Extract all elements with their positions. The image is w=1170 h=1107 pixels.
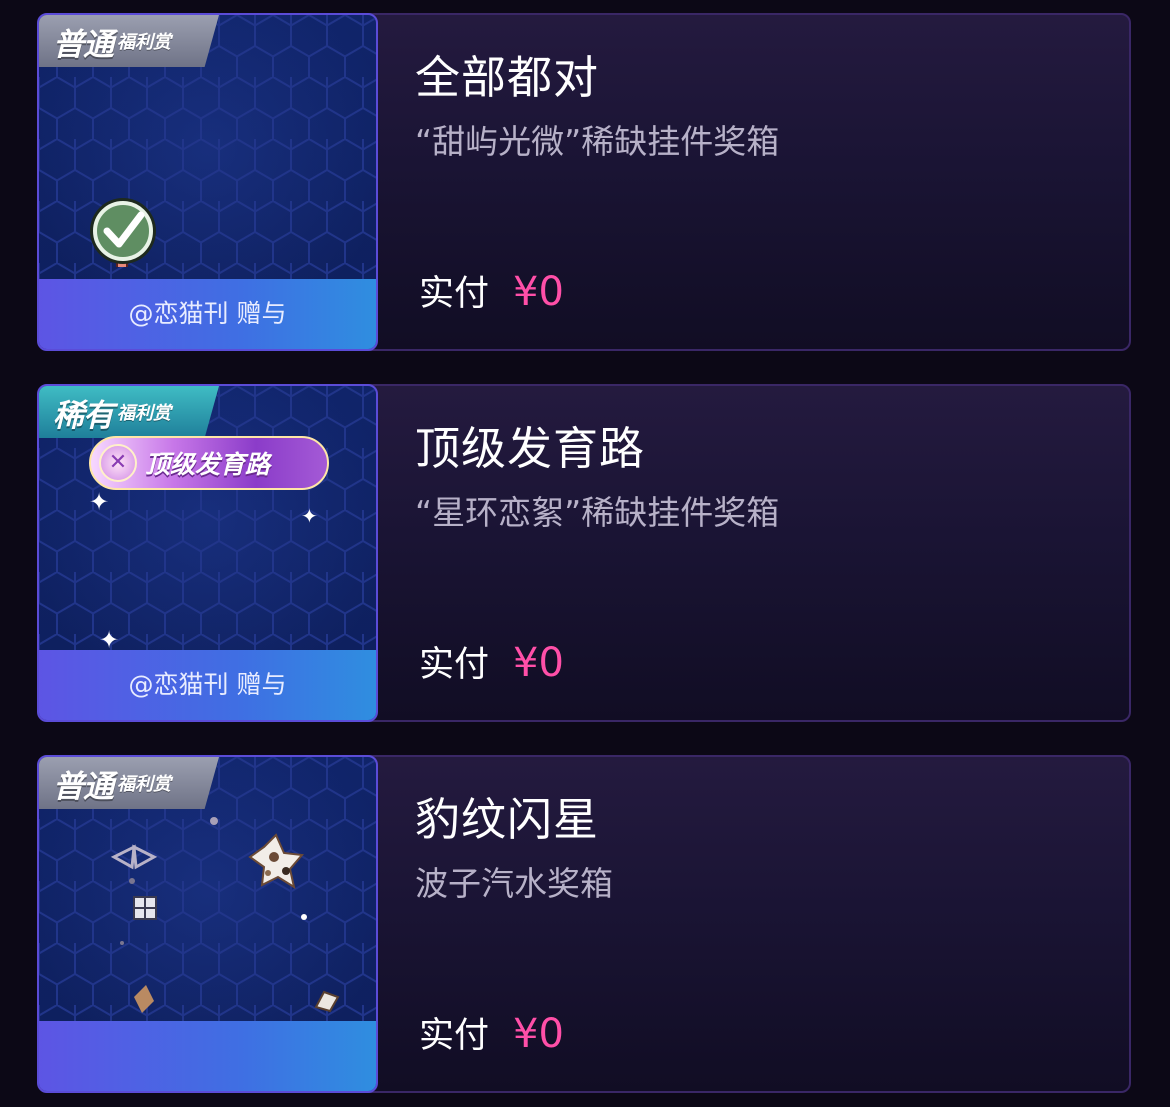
badge-emblem-icon: ✕ — [99, 444, 137, 482]
badge-text: 顶级发育路 — [145, 450, 271, 479]
tier-tag: 普通 福利赏 — [39, 15, 219, 67]
price-value: ¥0 — [513, 640, 564, 686]
check-icon — [90, 198, 156, 267]
price-value: ¥0 — [513, 1011, 564, 1057]
prize-subtitle: “星环恋絮”稀缺挂件奖箱 — [415, 493, 780, 532]
giver-label: @恋猫刊 赠与 — [39, 279, 376, 349]
sparkle-icon: ✦ — [301, 504, 318, 528]
prize-title: 顶级发育路 — [415, 422, 646, 475]
payment-row: 实付 ¥0 — [419, 636, 564, 687]
prize-thumbnail: 普通 福利赏 — [37, 755, 378, 1093]
prize-card[interactable]: 普通 福利赏 @恋猫刊 赠与 全部都对 “甜屿光微”稀缺挂件奖箱 实付 ¥0 — [37, 13, 1131, 351]
title-badge-icon: ✕ 顶级发育路 — [89, 436, 329, 490]
price-value: ¥0 — [513, 269, 564, 315]
payment-row: 实付 ¥0 — [419, 1007, 564, 1058]
giver-label: @恋猫刊 赠与 — [39, 650, 376, 720]
sparkle-icon: ✦ — [89, 488, 110, 516]
prize-subtitle: 波子汽水奖箱 — [415, 864, 613, 903]
leopard-star-icon — [110, 817, 340, 1013]
tier-tag: 普通 福利赏 — [39, 757, 219, 809]
pay-label: 实付 — [419, 1016, 490, 1056]
prize-title: 全部都对 — [415, 51, 600, 104]
prize-thumbnail: 普通 福利赏 @恋猫刊 赠与 — [37, 13, 378, 351]
prize-thumbnail: 稀有 福利赏 ✕ 顶级发育路 ✦ ✦ ✦ @恋猫刊 赠与 — [37, 384, 378, 722]
prize-subtitle: “甜屿光微”稀缺挂件奖箱 — [415, 122, 780, 161]
prize-card[interactable]: 普通 福利赏 豹纹闪星 波子汽水奖箱 实付 ¥0 — [37, 755, 1131, 1093]
payment-row: 实付 ¥0 — [419, 265, 564, 316]
prize-title: 豹纹闪星 — [415, 793, 600, 846]
prize-card[interactable]: 稀有 福利赏 ✕ 顶级发育路 ✦ ✦ ✦ @恋猫刊 赠与 顶级发育路 “星环恋絮”… — [37, 384, 1131, 722]
giver-label — [39, 1021, 376, 1091]
tier-tag: 稀有 福利赏 — [39, 386, 219, 438]
pay-label: 实付 — [419, 274, 490, 314]
pay-label: 实付 — [419, 645, 490, 685]
